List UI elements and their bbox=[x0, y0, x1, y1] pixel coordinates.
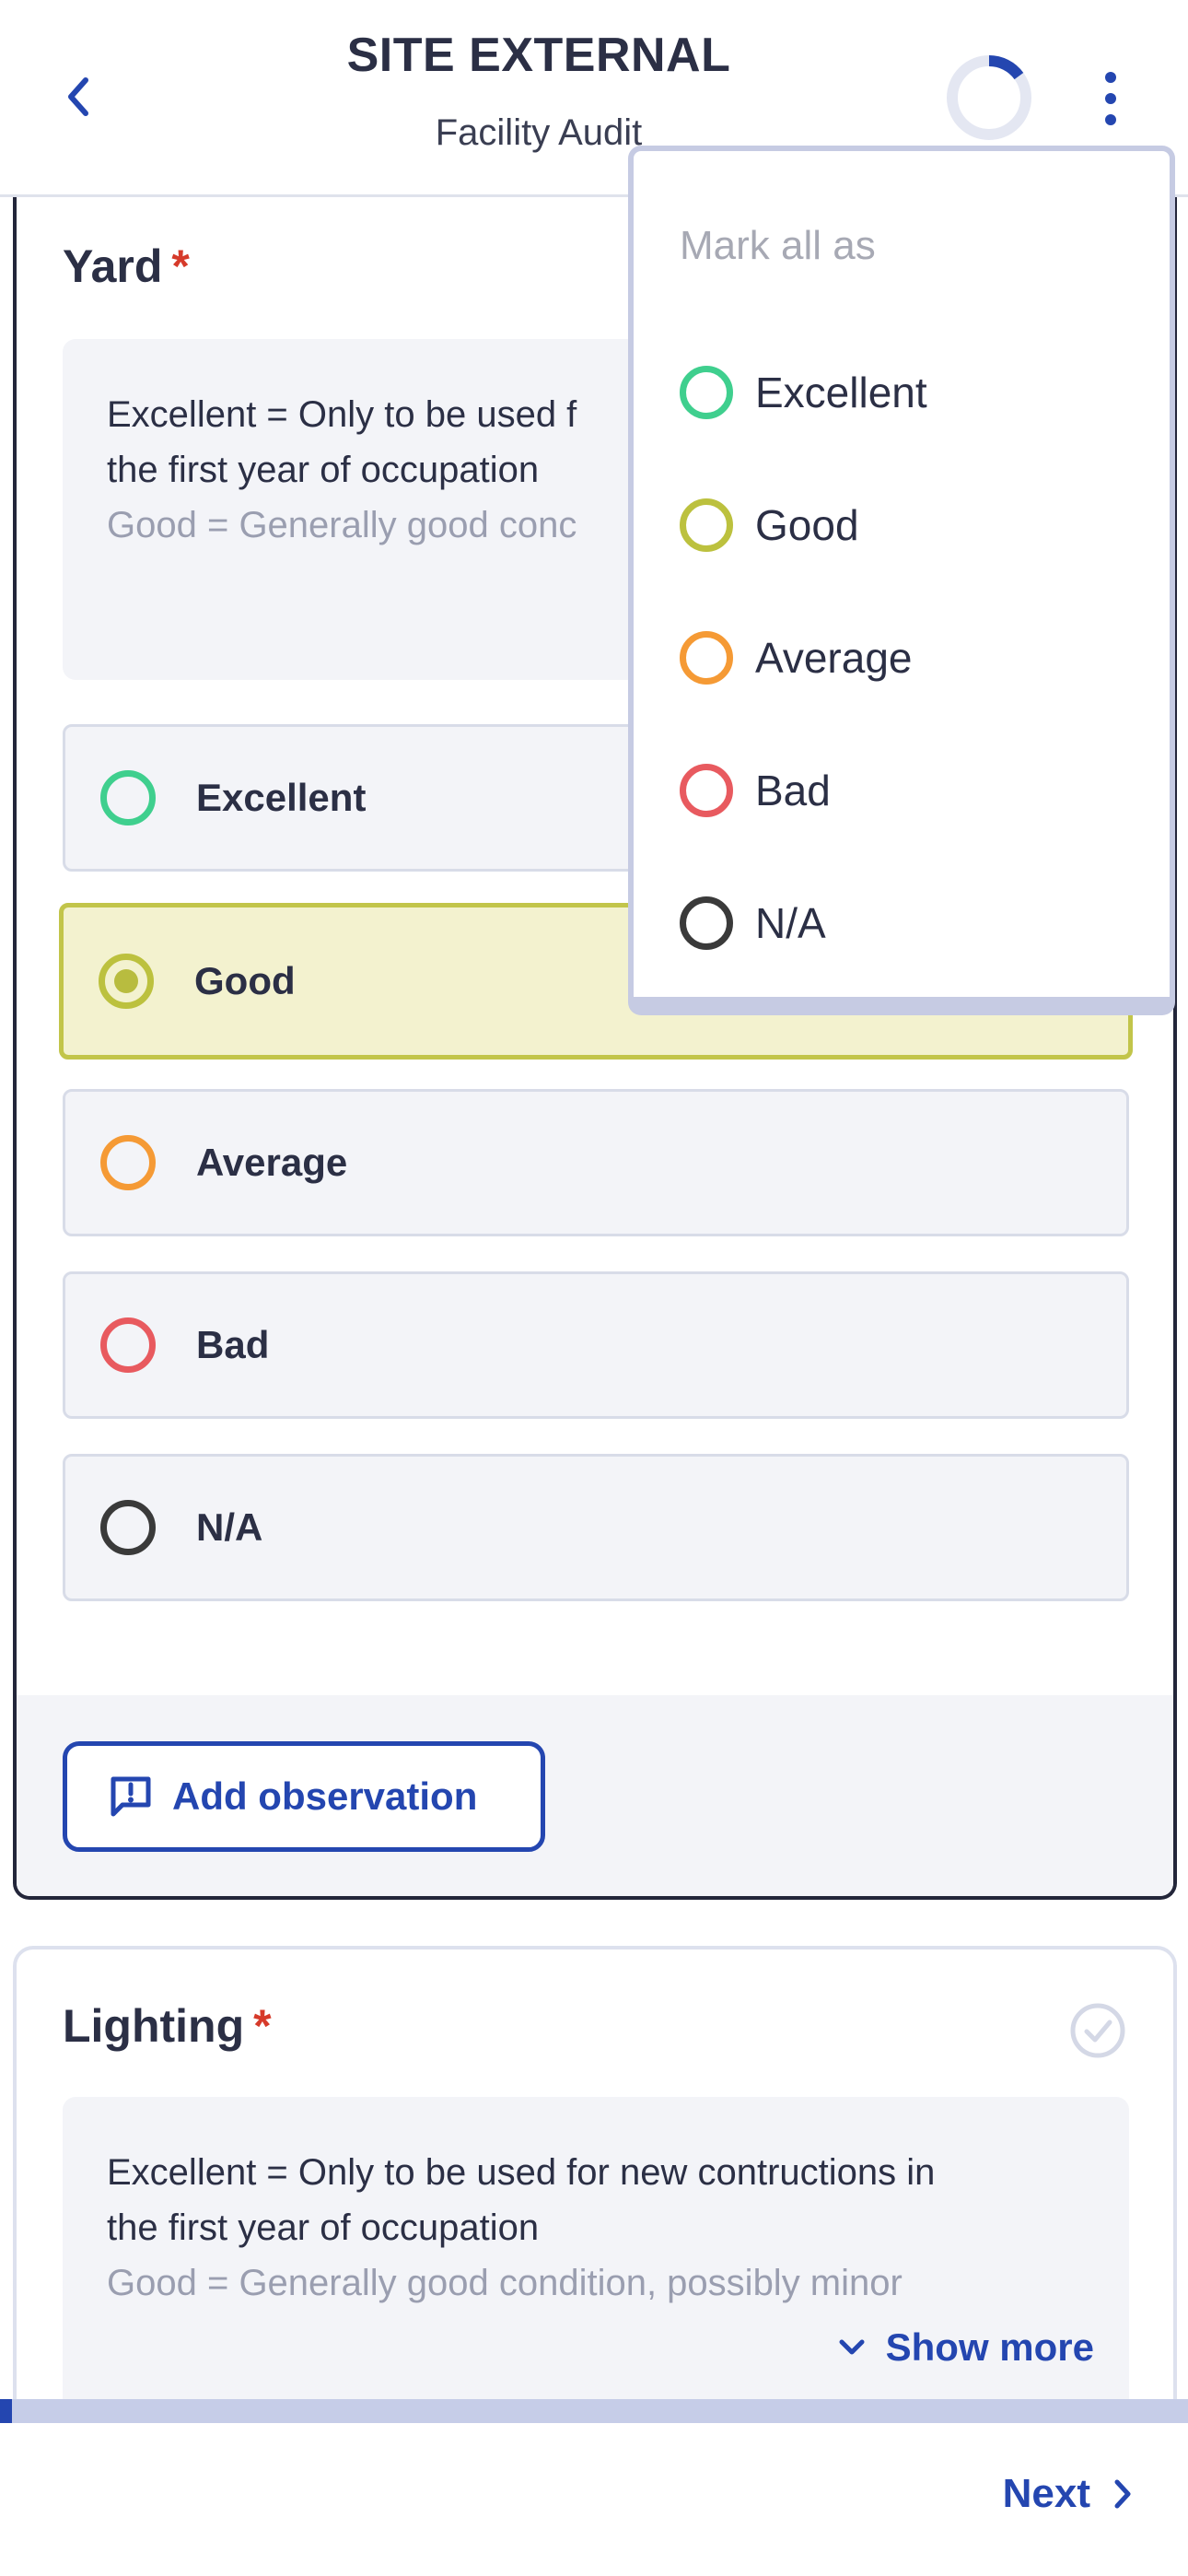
option-na[interactable]: N/A bbox=[63, 1454, 1129, 1601]
radio-bad[interactable] bbox=[100, 1317, 156, 1373]
option-average[interactable]: Average bbox=[63, 1089, 1129, 1236]
radio-icon bbox=[680, 631, 733, 685]
required-marker: * bbox=[171, 240, 190, 292]
check-circle-icon bbox=[1070, 2003, 1125, 2058]
menu-item-bad[interactable]: Bad bbox=[634, 735, 1170, 846]
radio-excellent[interactable] bbox=[100, 770, 156, 825]
next-button[interactable]: Next bbox=[1003, 2471, 1133, 2517]
more-menu-button[interactable] bbox=[1090, 66, 1131, 131]
radio-average[interactable] bbox=[100, 1135, 156, 1190]
chevron-down-icon bbox=[839, 2339, 865, 2355]
comment-alert-icon bbox=[111, 1776, 151, 1817]
observation-area: Add observation bbox=[17, 1695, 1173, 1896]
section-progress-fill bbox=[0, 2399, 12, 2423]
show-more-button[interactable]: Show more bbox=[838, 2325, 1094, 2370]
radio-icon bbox=[680, 896, 733, 950]
menu-item-excellent[interactable]: Excellent bbox=[634, 337, 1170, 448]
required-marker: * bbox=[253, 2000, 272, 2052]
yard-title: Yard * bbox=[63, 240, 190, 292]
lighting-title: Lighting * bbox=[63, 2000, 272, 2052]
option-bad[interactable]: Bad bbox=[63, 1271, 1129, 1419]
page-title: SITE EXTERNAL bbox=[346, 29, 731, 82]
radio-icon bbox=[680, 498, 733, 552]
progress-ring bbox=[947, 55, 1031, 140]
footer-bar: Next bbox=[0, 2423, 1188, 2576]
chevron-right-icon bbox=[1114, 2479, 1131, 2509]
radio-good[interactable] bbox=[99, 954, 154, 1009]
more-vertical-icon bbox=[1105, 72, 1116, 83]
menu-item-average[interactable]: Average bbox=[634, 603, 1170, 713]
lighting-description: Excellent = Only to be used for new cont… bbox=[63, 2097, 1129, 2429]
section-progress-bar bbox=[0, 2399, 1188, 2423]
mark-all-menu: Mark all as Excellent Good Average Bad N… bbox=[628, 146, 1175, 1015]
menu-item-na[interactable]: N/A bbox=[634, 868, 1170, 978]
radio-icon bbox=[680, 764, 733, 817]
radio-na[interactable] bbox=[100, 1500, 156, 1555]
radio-icon bbox=[680, 366, 733, 419]
menu-item-good[interactable]: Good bbox=[634, 470, 1170, 580]
menu-header: Mark all as bbox=[680, 223, 876, 268]
add-observation-button[interactable]: Add observation bbox=[63, 1741, 545, 1852]
